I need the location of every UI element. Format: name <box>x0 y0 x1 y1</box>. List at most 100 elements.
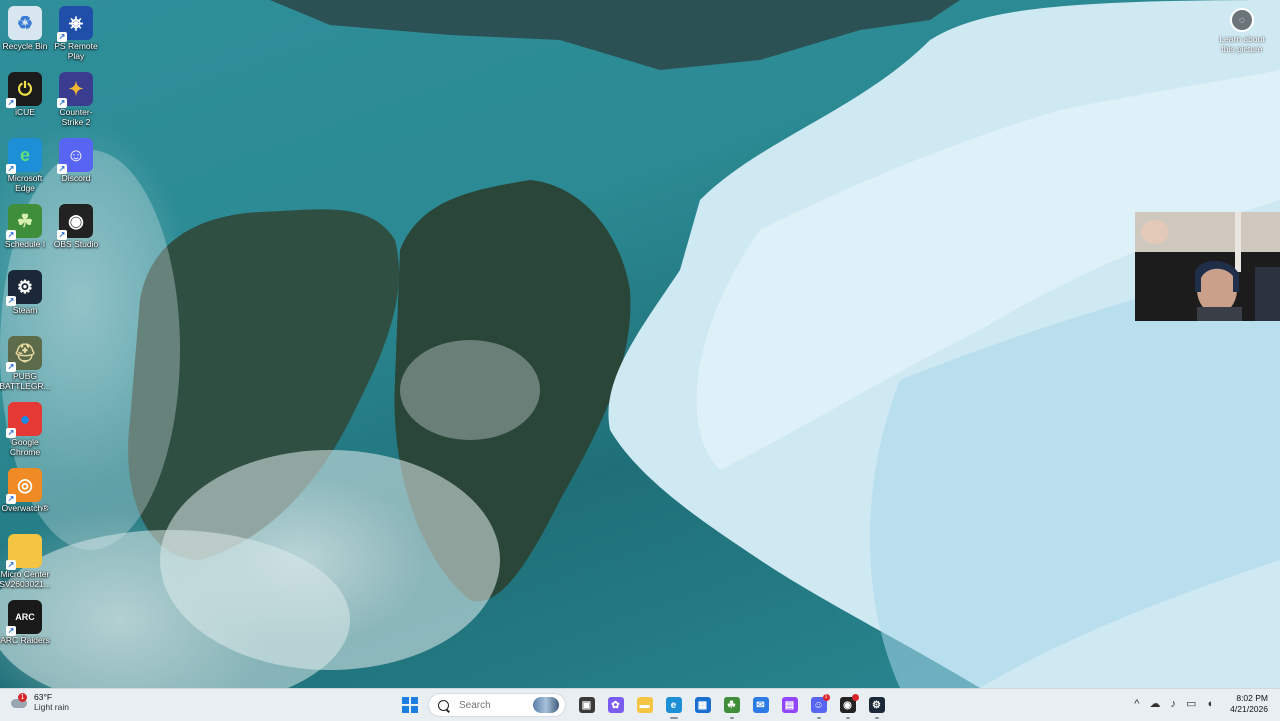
weather-widget[interactable]: 1 63°F Light rain <box>10 692 69 712</box>
shortcut-arrow-icon: ↗ <box>6 626 16 636</box>
weather-alert-badge: 1 <box>18 693 27 702</box>
notification-badge: 1 <box>822 694 830 701</box>
arc-raiders-icon: ARC ↗ <box>6 600 42 636</box>
chrome-icon: ● ↗ <box>6 402 42 438</box>
taskbar-center: ▣ ✿ ▬ e ▦ ☘ ✉ ▤ ☺1◉ ⚙ <box>395 692 891 719</box>
show-hidden-icons-chevron-icon[interactable]: ^ <box>1134 698 1139 710</box>
weather-rain-icon: 1 <box>10 693 28 711</box>
folder-icon: ↗ <box>6 534 42 570</box>
windows-logo-icon <box>401 697 418 713</box>
taskbar: 1 63°F Light rain ▣ ✿ ▬ e ▦ ☘ ✉ ▤ ☺1◉ ⚙ ^ ☁ ♪ ▭ ◖ 8:… <box>0 688 1280 721</box>
desktop-icon-label: ARC Raiders <box>0 635 50 645</box>
desktop-icon-label: PS Remote Play <box>54 41 98 61</box>
clock-time: 8:02 PM <box>1236 693 1268 703</box>
shortcut-arrow-icon: ↗ <box>6 164 16 174</box>
weather-temperature: 63°F <box>34 692 53 702</box>
notification-badge <box>851 694 859 701</box>
ps-remote-play-icon: ⎈ ↗ <box>57 6 93 42</box>
learn-about-picture-button[interactable]: ◌ Learn about this picture <box>1216 8 1268 54</box>
desktop-icon[interactable]: ♻ Recycle Bin <box>0 6 50 52</box>
desktop-icon-label: Recycle Bin <box>2 41 48 51</box>
learn-about-picture-label: Learn about this picture <box>1219 34 1265 54</box>
discord-icon: ☺ ↗ <box>57 138 93 174</box>
task-view-button[interactable]: ▣ <box>575 693 599 717</box>
schedule-one-taskbar-button[interactable]: ☘ <box>720 693 744 719</box>
file-explorer-button[interactable]: ▬ <box>633 693 657 717</box>
start-button[interactable] <box>398 693 422 717</box>
desktop-icon-label: iCUE <box>15 107 35 117</box>
desktop-icon[interactable]: ⛑ ↗ PUBG BATTLEGR... <box>0 336 51 391</box>
desktop-icon-label: Schedule I <box>4 239 46 249</box>
steam-icon: ⚙ ↗ <box>6 270 42 306</box>
desktop-wallpaper <box>0 0 1280 688</box>
desktop-icon[interactable]: ARC ↗ ARC Raiders <box>0 600 50 646</box>
taskbar-search-box[interactable] <box>428 693 566 717</box>
outlook-icon: ✉ <box>752 697 769 713</box>
twitch-button[interactable]: ▤ <box>778 693 802 717</box>
microphone-icon[interactable]: ♪ <box>1170 698 1176 710</box>
desktop-icon-label: Discord <box>61 173 91 183</box>
clock-date: 4/21/2026 <box>1230 704 1268 714</box>
shortcut-arrow-icon: ↗ <box>6 494 16 504</box>
desktop-icon[interactable]: ◉ ↗ OBS Studio <box>51 204 101 250</box>
copilot-icon: ✿ <box>607 697 624 713</box>
steam-taskbar-icon: ⚙ <box>868 697 885 713</box>
desktop-icon[interactable]: ● ↗ Google Chrome <box>0 402 50 457</box>
desktop-icon[interactable]: ◎ ↗ Overwatch® <box>0 468 50 514</box>
shortcut-arrow-icon: ↗ <box>57 230 67 240</box>
desktop-icon-label: PUBG BATTLEGR... <box>0 371 51 391</box>
obs-taskbar-button[interactable]: ◉ <box>836 693 860 719</box>
desktop-icon-label: Counter-Strike 2 <box>59 107 93 127</box>
steam-taskbar-button[interactable]: ⚙ <box>865 693 889 719</box>
desktop-icon[interactable]: e ↗ Microsoft Edge <box>0 138 50 193</box>
desktop-icon[interactable]: ⚙ ↗ Steam <box>0 270 50 316</box>
counter-strike-icon: ✦ ↗ <box>57 72 93 108</box>
outlook-button[interactable]: ✉ <box>749 693 773 717</box>
desktop-icon-label: OBS Studio <box>53 239 99 249</box>
edge-icon: e ↗ <box>6 138 42 174</box>
overwatch-icon: ◎ ↗ <box>6 468 42 504</box>
recycle-bin-icon: ♻ <box>8 6 42 40</box>
microsoft-store-icon: ▦ <box>694 697 711 713</box>
shortcut-arrow-icon: ↗ <box>6 362 16 372</box>
volume-icon[interactable]: ◖ <box>1206 698 1213 710</box>
shortcut-arrow-icon: ↗ <box>6 428 16 438</box>
display-icon[interactable]: ▭ <box>1186 697 1196 710</box>
schedule-one-icon: ☘ ↗ <box>6 204 42 240</box>
webcam-overlay <box>1135 212 1280 321</box>
shortcut-arrow-icon: ↗ <box>57 164 67 174</box>
desktop-icon[interactable]: ⎈ ↗ PS Remote Play <box>51 6 101 61</box>
microsoft-store-button[interactable]: ▦ <box>691 693 715 717</box>
shortcut-arrow-icon: ↗ <box>6 560 16 570</box>
search-input[interactable] <box>457 698 531 712</box>
desktop-icon-label: Overwatch® <box>1 503 49 513</box>
desktop-icon-label: Google Chrome <box>9 437 41 457</box>
camera-icon: ◌ <box>1230 8 1254 32</box>
icue-icon: ⏻ ↗ <box>6 72 42 108</box>
desktop-icon-label: Steam <box>12 305 38 315</box>
search-icon <box>438 699 449 711</box>
pubg-icon: ⛑ ↗ <box>6 336 42 372</box>
desktop-icon[interactable]: ☺ ↗ Discord <box>51 138 101 184</box>
edge-taskbar-icon: e <box>665 697 682 713</box>
desktop-icon[interactable]: ☘ ↗ Schedule I <box>0 204 50 250</box>
copilot-button[interactable]: ✿ <box>604 693 628 717</box>
desktop-icon[interactable]: ↗ Micro Center SV2603021... <box>0 534 51 589</box>
edge-taskbar-button[interactable]: e <box>662 693 686 719</box>
shortcut-arrow-icon: ↗ <box>6 296 16 306</box>
desktop-icon[interactable]: ✦ ↗ Counter-Strike 2 <box>51 72 101 127</box>
shortcut-arrow-icon: ↗ <box>57 32 67 42</box>
file-explorer-icon: ▬ <box>636 697 653 713</box>
discord-taskbar-button[interactable]: ☺ 1 <box>807 693 831 719</box>
clock[interactable]: 8:02 PM 4/21/2026 <box>1230 693 1268 715</box>
twitch-icon: ▤ <box>781 697 798 713</box>
search-highlight-image <box>533 697 559 713</box>
desktop-icon-label: Microsoft Edge <box>7 173 43 193</box>
onedrive-icon[interactable]: ☁ <box>1149 697 1160 710</box>
wallpaper-art <box>0 0 1280 688</box>
desktop-icon[interactable]: ⏻ ↗ iCUE <box>0 72 50 118</box>
shortcut-arrow-icon: ↗ <box>6 98 16 108</box>
webcam-person-image <box>1135 212 1280 321</box>
schedule-one-taskbar-icon: ☘ <box>723 697 740 713</box>
system-tray: ^ ☁ ♪ ▭ ◖ <box>1129 697 1218 711</box>
